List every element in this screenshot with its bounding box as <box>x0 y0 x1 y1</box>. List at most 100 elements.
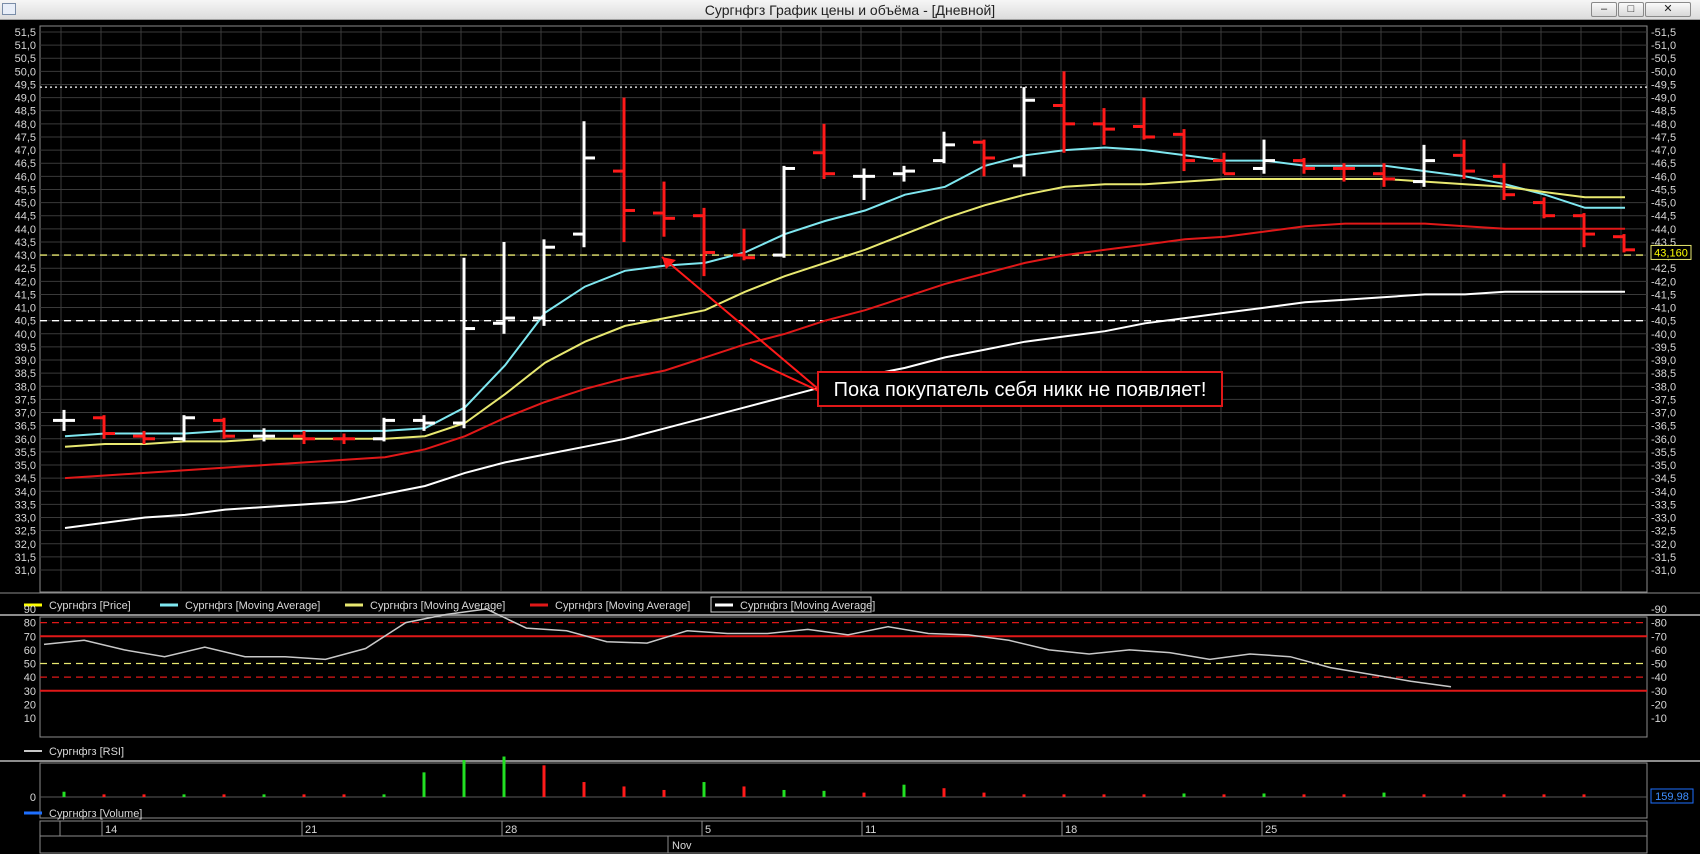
price-axis-tick-right: -46,0 <box>1651 171 1676 183</box>
rsi-axis-tick-right: -60 <box>1651 645 1667 657</box>
rsi-axis-tick-right: -80 <box>1651 618 1667 630</box>
date-axis-frame <box>39 820 1648 854</box>
annotation-arrow-1 <box>661 256 824 394</box>
price-axis-tick-right: -33,5 <box>1651 499 1676 511</box>
ohlc-bar <box>493 241 515 334</box>
price-axis-tick-left: 37,5 <box>15 394 36 406</box>
price-axis-tick-left: 45,5 <box>15 184 36 196</box>
price-axis-tick-right: -40,5 <box>1651 316 1676 328</box>
price-volume-chart[interactable]: 31,0 -31,0 31,5 -31,5 32,0 -32,0 32,5 -32,5 33,0… <box>0 20 1700 854</box>
rsi-axis-tick-right: -40 <box>1651 672 1667 684</box>
price-axis-tick-right: -32,0 <box>1651 539 1676 551</box>
price-axis-tick-right: -36,5 <box>1651 421 1676 433</box>
price-axis-tick-right: -41,5 <box>1651 289 1676 301</box>
ohlc-bar <box>573 121 595 248</box>
price-axis-tick-left: 46,0 <box>15 171 36 183</box>
price-axis-tick-left: 39,0 <box>15 355 36 367</box>
legend-label: Сургнфгз [Moving Average] <box>740 600 875 612</box>
price-axis-tick-left: 36,0 <box>15 434 36 446</box>
ohlc-bar <box>533 239 555 326</box>
price-axis-tick-right: -35,5 <box>1651 447 1676 459</box>
close-button[interactable]: ✕ <box>1645 2 1691 17</box>
rsi-axis-tick-right: -10 <box>1651 713 1667 725</box>
price-axis-tick-right: -50,0 <box>1651 66 1676 78</box>
rsi-axis-tick-right: -20 <box>1651 699 1667 711</box>
price-axis-tick-right: -34,0 <box>1651 486 1676 498</box>
last-volume-label: 159,98 <box>1655 791 1689 803</box>
date-axis-label: 5 <box>705 824 711 836</box>
price-axis-tick-left: 45,0 <box>15 198 36 210</box>
price-axis-tick-left: 35,0 <box>15 460 36 472</box>
price-axis-tick-left: 42,5 <box>15 263 36 275</box>
price-panel[interactable]: 31,0 -31,0 31,5 -31,5 32,0 -32,0 32,5 -32,5 33,0… <box>15 25 1692 593</box>
price-axis-tick-left: 34,0 <box>15 486 36 498</box>
price-axis-tick-left: 47,0 <box>15 145 36 157</box>
ohlc-bar <box>1533 197 1555 219</box>
rsi-panel[interactable]: 10 -10 20 -20 30 -30 40 -40 50 -50 60 -60 70 -70 80 -80… <box>0 604 1700 738</box>
price-axis-tick-right: -35,0 <box>1651 460 1676 472</box>
last-price-label: 43,160 <box>1654 247 1688 259</box>
date-axis-label: 14 <box>105 824 117 836</box>
rsi-axis-tick-left: 10 <box>24 713 36 725</box>
price-axis-tick-right: -42,5 <box>1651 263 1676 275</box>
price-axis-tick-right: -49,5 <box>1651 79 1676 91</box>
price-axis-tick-right: -33,0 <box>1651 513 1676 525</box>
ohlc-bar <box>1133 97 1155 140</box>
price-axis-tick-left: 32,0 <box>15 539 36 551</box>
price-axis-tick-right: -31,5 <box>1651 552 1676 564</box>
legend-item: Сургнфгз [Moving Average] <box>530 600 690 612</box>
legend-label: Сургнфгз [Moving Average] <box>370 600 505 612</box>
price-axis-tick-left: 46,5 <box>15 158 36 170</box>
window-titlebar: Сургнфгз График цены и объёма - [Дневной… <box>0 0 1700 20</box>
price-axis-tick-right: -48,5 <box>1651 106 1676 118</box>
price-axis-tick-right: -32,5 <box>1651 526 1676 538</box>
ohlc-bar <box>813 123 835 179</box>
price-legend: Сургнфгз [Price] Сургнфгз [Moving Average… <box>0 592 1700 613</box>
price-axis-tick-left: 33,0 <box>15 513 36 525</box>
price-axis-tick-right: -38,5 <box>1651 368 1676 380</box>
price-axis-tick-left: 48,5 <box>15 106 36 118</box>
price-axis-tick-left: 35,5 <box>15 447 36 459</box>
ohlc-bar <box>93 415 115 439</box>
volume-axis-tick: 0 <box>30 792 36 804</box>
rsi-axis-tick-right: -50 <box>1651 659 1667 671</box>
minimize-button[interactable]: – <box>1591 2 1617 17</box>
price-axis-tick-left: 51,0 <box>15 40 36 52</box>
price-axis-tick-right: -40,0 <box>1651 329 1676 341</box>
ohlc-bar <box>893 165 915 182</box>
rsi-axis-tick-left: 60 <box>24 645 36 657</box>
date-axis-label: 21 <box>305 824 317 836</box>
volume-panel-frame <box>39 762 1648 819</box>
moving-average-line-3 <box>64 222 1625 480</box>
rsi-axis-tick-left: 30 <box>24 686 36 698</box>
date-axis: 14 21 28 5 11 18 25 Nov <box>39 820 1648 854</box>
legend-label: Сургнфгз [Moving Average] <box>555 600 690 612</box>
month-axis-label: Nov <box>672 840 692 852</box>
price-axis-tick-left: 51,5 <box>15 27 36 39</box>
price-axis-tick-left: 32,5 <box>15 526 36 538</box>
price-axis-tick-left: 41,0 <box>15 303 36 315</box>
price-axis-tick-left: 44,0 <box>15 224 36 236</box>
date-axis-label: 25 <box>1265 824 1277 836</box>
price-axis-tick-left: 40,5 <box>15 316 36 328</box>
price-axis-tick-left: 50,0 <box>15 66 36 78</box>
rsi-axis-tick-right: -30 <box>1651 686 1667 698</box>
rsi-axis-tick-left: 90 <box>24 604 36 616</box>
date-axis-label: 18 <box>1065 824 1077 836</box>
rsi-axis-tick-right: -90 <box>1651 604 1667 616</box>
ohlc-bar <box>1093 108 1115 145</box>
ohlc-bar <box>1453 139 1475 179</box>
maximize-button[interactable]: □ <box>1618 2 1644 17</box>
annotation-text: Пока покупатель себя никк не появляет! <box>834 379 1207 401</box>
price-axis-tick-right: -37,0 <box>1651 408 1676 420</box>
price-axis-tick-right: -45,5 <box>1651 184 1676 196</box>
price-axis-tick-left: 38,5 <box>15 368 36 380</box>
price-axis-tick-left: 31,0 <box>15 565 36 577</box>
legend-item: Сургнфгз [Moving Average] <box>160 600 320 612</box>
volume-legend-label: Сургнфгз [Volume] <box>49 808 142 820</box>
price-axis-tick-right: -50,5 <box>1651 53 1676 65</box>
ohlc-bar <box>1053 71 1075 153</box>
volume-panel[interactable]: 0 159,98 <box>0 756 1700 819</box>
rsi-line <box>43 608 1452 688</box>
ohlc-bar <box>1253 139 1275 174</box>
